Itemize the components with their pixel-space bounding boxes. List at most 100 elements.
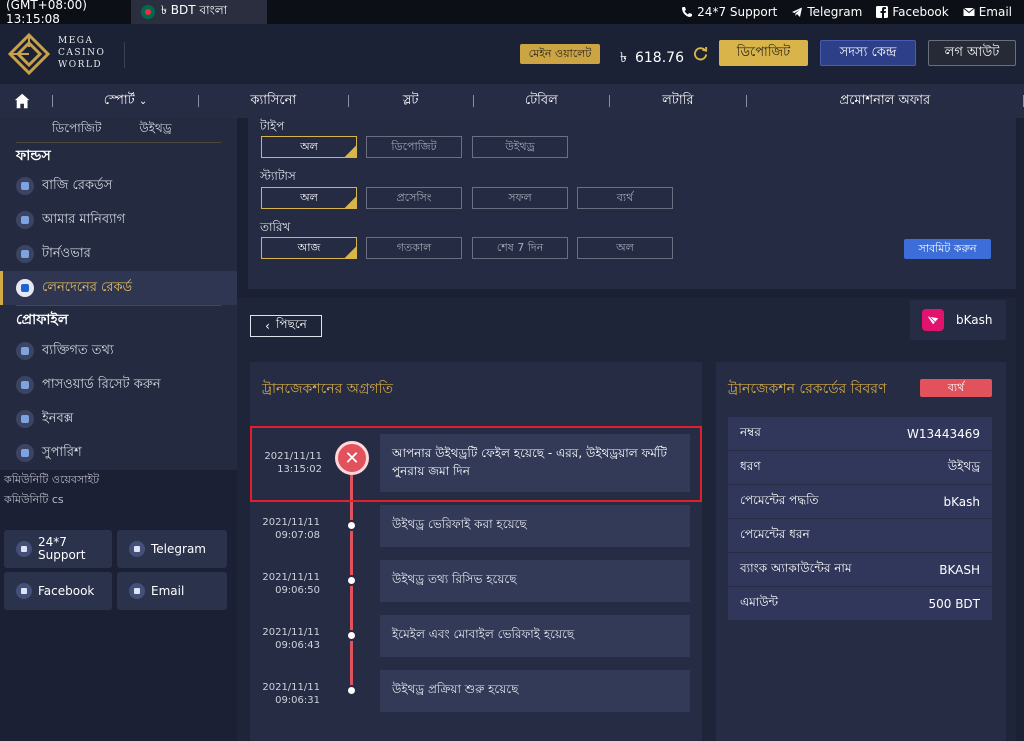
inbox-icon xyxy=(16,410,34,428)
type-option-withdraw[interactable]: উইথড্র xyxy=(472,136,568,158)
nav-item-lottery[interactable]: লটারি xyxy=(610,91,746,112)
refresh-icon[interactable] xyxy=(693,46,708,61)
home-icon[interactable] xyxy=(14,92,30,110)
telegram-icon xyxy=(129,541,145,557)
sidebar-item-personal-info[interactable]: ব্যক্তিগত তথ্য xyxy=(0,334,237,368)
top-bar: (GMT+08:00) 13:15:08 ৳ BDT বাংলা 24*7 Su… xyxy=(0,0,1024,26)
main-nav: স্পোর্ট ⌄ ক্যাসিনো স্লট টেবিল লটারি প্রম… xyxy=(0,84,1024,118)
timeline-message: উইথড্র ভেরিফাই করা হয়েছে xyxy=(380,505,690,547)
email-link[interactable]: Email xyxy=(962,5,1012,19)
type-label: টাইপ xyxy=(260,119,285,133)
logo-divider xyxy=(124,42,125,68)
email-icon xyxy=(129,583,145,599)
balance-amount: 618.76 xyxy=(634,50,684,66)
status-option-processing[interactable]: প্রসেসিং xyxy=(366,187,462,209)
detail-row-payment-type: পেমেন্টের ধরন xyxy=(728,519,992,553)
date-option-today[interactable]: আজ xyxy=(261,237,357,259)
progress-title: ট্রানজেকশনের অগ্রগতি xyxy=(262,381,394,397)
telegram-link[interactable]: Telegram xyxy=(791,5,862,19)
transaction-details-card: ট্রানজেকশন রেকর্ডের বিবরণ ব্যর্থ নম্বর W… xyxy=(716,362,1006,741)
detail-row-number: নম্বর W13443469 xyxy=(728,417,992,451)
date-option-last-7-days[interactable]: শেষ 7 দিন xyxy=(472,237,568,259)
sidebar: ডিপোজিট উইথড্র ফান্ডস বাজি রেকর্ডস আমার … xyxy=(0,118,237,741)
timeline-message: উইথড্র প্রক্রিয়া শুরু হয়েছে xyxy=(380,670,690,712)
sidebar-sublinks: ডিপোজিট উইথড্র xyxy=(0,118,237,142)
personal-info-icon xyxy=(16,342,34,360)
member-center-button[interactable]: সদস্য কেন্দ্র xyxy=(820,40,916,66)
sidebar-group-profile: প্রোফাইল ব্যক্তিগত তথ্য পাসওয়ার্ড রিসেট… xyxy=(0,305,237,470)
nav-item-casino[interactable]: ক্যাসিনো xyxy=(199,91,348,112)
nav-item-promotions[interactable]: প্রমোশনাল অফার xyxy=(747,91,1024,112)
sidebar-link-withdraw[interactable]: উইথড্র xyxy=(139,120,171,140)
transaction-progress-card: ট্রানজেকশনের অগ্রগতি 2021/11/11 13:15:02… xyxy=(250,362,702,741)
sidebar-item-referral[interactable]: সুপারিশ xyxy=(0,436,237,470)
chevron-down-icon: ⌄ xyxy=(138,95,148,107)
facebook-link[interactable]: Facebook xyxy=(876,5,949,19)
mega-casino-world-logo-icon[interactable] xyxy=(8,33,50,75)
transaction-detail-panel: ‹ পিছনে bKash ট্রানজেকশনের অগ্রগতি 2021/… xyxy=(237,298,1016,741)
logout-button[interactable]: লগ আউট xyxy=(928,40,1016,66)
status-option-success[interactable]: সফল xyxy=(472,187,568,209)
community-facebook-button[interactable]: Facebook xyxy=(4,572,112,610)
currency-language-label: ৳ BDT বাংলা xyxy=(161,3,228,17)
submit-button[interactable]: সাবমিট করুন xyxy=(904,239,991,259)
detail-row-bank-account-name: ব্যাংক অ্যাকাউন্টের নাম BKASH xyxy=(728,553,992,587)
clock: (GMT+08:00) 13:15:08 xyxy=(6,0,87,26)
sidebar-item-reset-password[interactable]: পাসওয়ার্ড রিসেট করুন xyxy=(0,368,237,402)
nav-item-sports[interactable]: স্পোর্ট ⌄ xyxy=(53,91,198,112)
nav-item-slots[interactable]: স্লট xyxy=(349,91,473,112)
timeline-message: উইথড্র তথ্য রিসিভ হয়েছে xyxy=(380,560,690,602)
community-website-label: কমিউনিটি ওয়েবসাইট xyxy=(4,472,100,486)
sidebar-item-bet-records[interactable]: বাজি রেকর্ডস xyxy=(0,169,237,203)
timeline-dot xyxy=(346,575,357,586)
status-badge: ব্যর্থ xyxy=(920,379,992,397)
sidebar-item-transaction-records[interactable]: লেনদেনের রেকর্ড xyxy=(0,271,237,305)
transaction-records-icon xyxy=(16,279,34,297)
timeline-dot xyxy=(346,520,357,531)
status-option-all[interactable]: অল xyxy=(261,187,357,209)
sidebar-item-turnover[interactable]: টার্নওভার xyxy=(0,237,237,271)
timeline-message: ইমেইল এবং মোবাইল ভেরিফাই হয়েছে xyxy=(380,615,690,657)
type-option-all[interactable]: অল xyxy=(261,136,357,158)
timeline-timestamp: 2021/11/11 09:06:43 xyxy=(262,627,320,651)
turnover-icon xyxy=(16,245,34,263)
details-table: নম্বর W13443469 ধরণ উইথড্র পেমেন্টের পদ্… xyxy=(728,417,992,621)
telegram-icon xyxy=(792,7,803,17)
currency-language-selector[interactable]: ৳ BDT বাংলা xyxy=(131,0,267,24)
detail-row-type: ধরণ উইথড্র xyxy=(728,451,992,485)
timeline-timestamp: 2021/11/11 09:07:08 xyxy=(262,517,320,541)
detail-row-amount: এমাউন্ট 500 BDT xyxy=(728,587,992,621)
status-option-failed[interactable]: ব্যর্থ xyxy=(577,187,673,209)
support-link[interactable]: 24*7 Support xyxy=(681,5,777,19)
nav-item-table[interactable]: টেবিল xyxy=(474,91,610,112)
top-links: 24*7 Support Telegram Facebook Email xyxy=(681,0,1012,24)
bangladesh-flag-icon xyxy=(141,5,155,19)
date-option-all[interactable]: অল xyxy=(577,237,673,259)
community-email-button[interactable]: Email xyxy=(117,572,227,610)
sidebar-item-inbox[interactable]: ইনবক্স xyxy=(0,402,237,436)
email-icon xyxy=(962,7,975,16)
profile-heading: প্রোফাইল xyxy=(16,312,69,328)
payment-method-badge: bKash xyxy=(910,300,1006,340)
facebook-icon xyxy=(16,583,32,599)
timeline-timestamp: 2021/11/11 13:15:02 xyxy=(264,451,322,475)
lock-icon xyxy=(16,376,34,394)
deposit-button[interactable]: ডিপোজিট xyxy=(719,40,808,66)
logo-text: MEGA CASINO WORLD xyxy=(58,36,106,70)
sidebar-link-deposit[interactable]: ডিপোজিট xyxy=(52,120,101,140)
detail-row-payment-method: পেমেন্টের পদ্ধতি bKash xyxy=(728,485,992,519)
bet-records-icon xyxy=(16,177,34,195)
type-option-deposit[interactable]: ডিপোজিট xyxy=(366,136,462,158)
payment-brand-name: bKash xyxy=(956,313,993,327)
wallet-icon xyxy=(16,211,34,229)
sidebar-item-my-wallet[interactable]: আমার মানিব্যাগ xyxy=(0,203,237,237)
support-icon xyxy=(16,541,32,557)
community-support-button[interactable]: 24*7 Support xyxy=(4,530,112,568)
status-label: স্ট্যাটাস xyxy=(260,169,296,183)
community-telegram-button[interactable]: Telegram xyxy=(117,530,227,568)
funds-heading: ফান্ডস xyxy=(16,148,51,164)
error-x-icon: ✕ xyxy=(335,441,369,475)
date-option-yesterday[interactable]: গতকাল xyxy=(366,237,462,259)
back-button[interactable]: ‹ পিছনে xyxy=(250,315,322,337)
phone-icon xyxy=(682,7,693,17)
